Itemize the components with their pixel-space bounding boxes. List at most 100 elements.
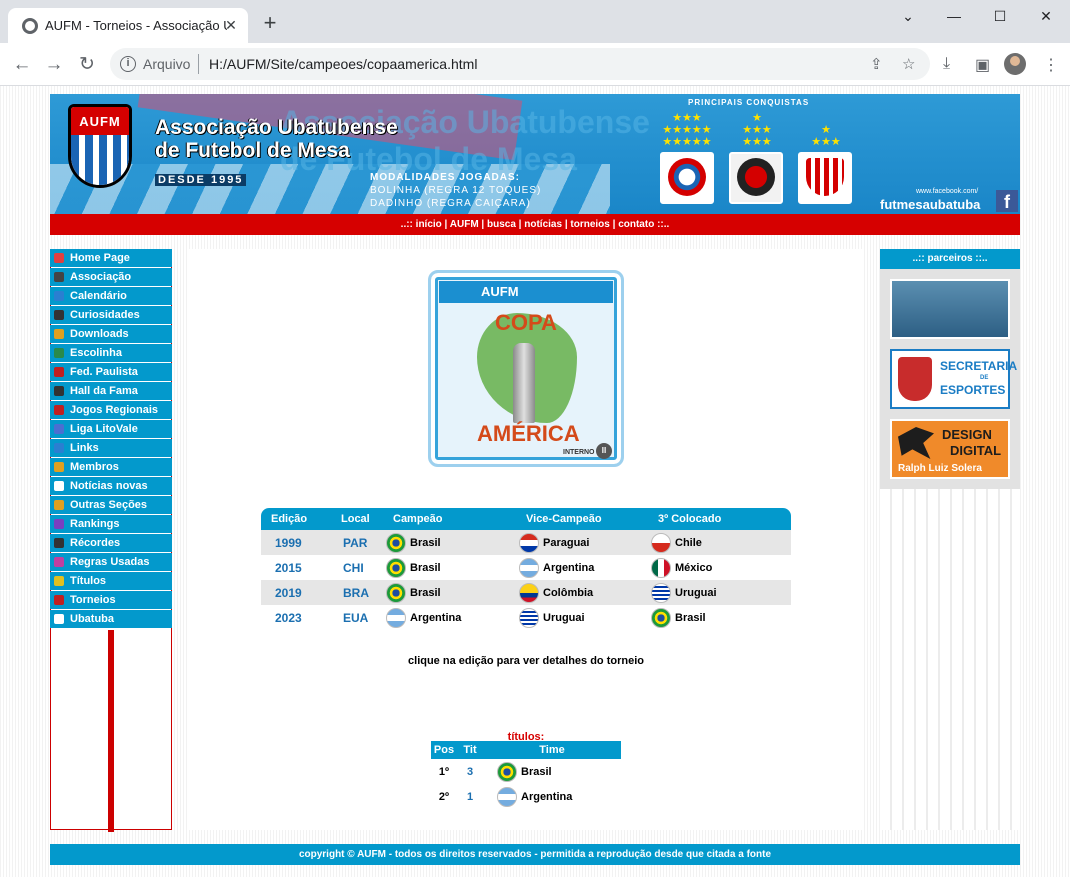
sidebar-item[interactable]: Downloads [50, 325, 172, 343]
folder-icon [54, 329, 64, 339]
edition-location: CHI [343, 560, 364, 575]
partner-banner-design[interactable]: DESIGN DIGITAL Ralph Luiz Solera [890, 419, 1010, 479]
flag-icon [519, 532, 539, 553]
sidebar-item[interactable]: Calendário [50, 287, 172, 305]
browser-tab[interactable]: AUFM - Torneios - Associação Ub ✕ [8, 8, 248, 43]
sidebar-item-label: Ubatuba [70, 613, 114, 625]
titles-position: 1º [438, 765, 450, 778]
top-menu[interactable]: ..:: início | AUFM | busca | notícias | … [50, 214, 1020, 235]
titles-header-cell: Time [483, 741, 621, 759]
flag-icon [519, 607, 539, 628]
stars-group-2: ★ ★★★ ★★★ [742, 112, 772, 148]
maximize-button[interactable]: ☐ [977, 4, 1023, 28]
share-icon[interactable]: ⇪ [870, 55, 883, 73]
download-icon[interactable]: ⤓ [943, 55, 950, 73]
runner-up-cell: Paraguai [516, 530, 648, 555]
conquest-badge-3 [798, 152, 852, 204]
browser-toolbar: ← → ↻ i Arquivo H:/AUFM/Site/campeoes/co… [0, 43, 1070, 86]
sidebar-item[interactable]: Regras Usadas [50, 553, 172, 571]
sidebar-item-label: Home Page [70, 252, 130, 264]
titles-count: 1 [466, 790, 474, 803]
back-button[interactable]: ← [9, 52, 35, 78]
sidebar-nav: Home Page Associação Calendário Curiosidade… [50, 249, 172, 832]
window-close-button[interactable]: ✕ [1023, 4, 1069, 28]
champion-cell-name: Argentina [410, 611, 462, 624]
address-bar[interactable]: i Arquivo H:/AUFM/Site/campeoes/copaamer… [110, 48, 930, 80]
facebook-name[interactable]: futmesaubatuba [880, 197, 980, 212]
rules-icon [54, 557, 64, 567]
third-place-cell-name: Brasil [675, 611, 706, 624]
partners-header: ..:: parceiros ::.. [880, 249, 1020, 269]
footer: copyright © AUFM - todos os direitos res… [50, 844, 1020, 865]
address-url[interactable]: H:/AUFM/Site/campeoes/copaamerica.html [209, 56, 477, 72]
bookmark-star-icon[interactable]: ☆ [902, 55, 915, 73]
sidebar-item[interactable]: Rankings [50, 515, 172, 533]
profile-avatar[interactable] [1004, 53, 1026, 75]
conquest-badge-2 [729, 152, 783, 204]
flag-icon [386, 557, 406, 578]
edition-link[interactable]: 2015 [261, 555, 331, 580]
side-panel-icon[interactable]: ▣ [975, 55, 990, 75]
edition-link[interactable]: 2019 [261, 580, 331, 605]
forward-button[interactable]: → [41, 52, 67, 78]
copa-america-logo: AUFM COPA AMÉRICA INTERNO II [428, 270, 624, 467]
edition-location: BRA [331, 580, 383, 605]
ranking-icon [54, 519, 64, 529]
sidebar-item[interactable]: Títulos [50, 572, 172, 590]
flag-icon [386, 582, 406, 603]
sidebar-item[interactable]: Récordes [50, 534, 172, 552]
sidebar-item-label: Títulos [70, 575, 107, 587]
titles-row: 2º 1 Argentina [431, 784, 621, 809]
globe-icon [54, 291, 64, 301]
sidebar-item-label: Fed. Paulista [70, 366, 138, 378]
runner-up-cell-name: Paraguai [543, 536, 590, 549]
secretaria-line2: DE [980, 375, 989, 381]
sidebar-item[interactable]: Curiosidades [50, 306, 172, 324]
champion-cell-name: Brasil [410, 536, 441, 549]
sidebar-item-label: Associação [70, 271, 132, 283]
titles-team-name: Brasil [521, 765, 552, 778]
editions-table: Edição Local Campeão Vice-Campeão 3º Colocad… [261, 508, 791, 630]
browser-menu-icon[interactable]: ⋮ [1043, 55, 1059, 75]
titles-table: Pos Tit Time 1º 3 Brasil 2º 1 Argentina [431, 741, 621, 809]
partner-banner-secretaria[interactable]: SECRETARIA DE ESPORTES [890, 349, 1017, 409]
conquests-title: PRINCIPAIS CONQUISTAS [688, 98, 810, 107]
edition-hint: clique na edição para ver detalhes do to… [408, 655, 644, 667]
site-info-icon[interactable]: i [120, 56, 136, 72]
flag-icon [386, 607, 406, 628]
partner-banner-stadium[interactable] [890, 279, 1010, 339]
facebook-icon[interactable]: f [996, 190, 1018, 212]
third-place-cell: Brasil [648, 605, 791, 630]
sidebar-item[interactable]: Membros [50, 458, 172, 476]
logo-copa-label: COPA [495, 310, 557, 335]
sidebar-item[interactable]: Hall da Fama [50, 382, 172, 400]
sidebar-item-label: Escolinha [70, 347, 122, 359]
sidebar-item[interactable]: Ubatuba [50, 610, 172, 628]
edition-link[interactable]: 1999 [261, 530, 331, 555]
edition-link[interactable]: 2023 [261, 605, 331, 630]
tab-search-icon[interactable]: ⌄ [885, 4, 931, 28]
reload-button[interactable]: ↻ [74, 52, 100, 78]
sidebar-item-label: Curiosidades [70, 309, 140, 321]
sidebar-item[interactable]: Associação [50, 268, 172, 286]
sidebar-item[interactable]: Liga LitoVale [50, 420, 172, 438]
logo-header-band [439, 281, 613, 303]
sidebar-item[interactable]: Torneios [50, 591, 172, 609]
sidebar-item[interactable]: Home Page [50, 249, 172, 267]
sidebar-item[interactable]: Notícias novas [50, 477, 172, 495]
sidebar-item[interactable]: Escolinha [50, 344, 172, 362]
logo-text: AUFM [79, 114, 121, 129]
third-place-cell: México [648, 555, 791, 580]
tab-close-icon[interactable]: ✕ [222, 16, 240, 34]
sidebar-item-label: Hall da Fama [70, 385, 138, 397]
sidebar-item[interactable]: Jogos Regionais [50, 401, 172, 419]
new-tab-button[interactable]: + [258, 12, 282, 36]
sidebar-item-label: Liga LitoVale [70, 423, 138, 435]
org-name-line2: de Futebol de Mesa [155, 139, 350, 162]
sidebar-item[interactable]: Links [50, 439, 172, 457]
sidebar-item[interactable]: Fed. Paulista [50, 363, 172, 381]
sidebar-item-label: Links [70, 442, 99, 454]
sidebar-item[interactable]: Outras Seções [50, 496, 172, 514]
minimize-button[interactable]: — [931, 4, 977, 28]
modality-1: BOLINHA (REGRA 12 TOQUES) [370, 185, 542, 196]
